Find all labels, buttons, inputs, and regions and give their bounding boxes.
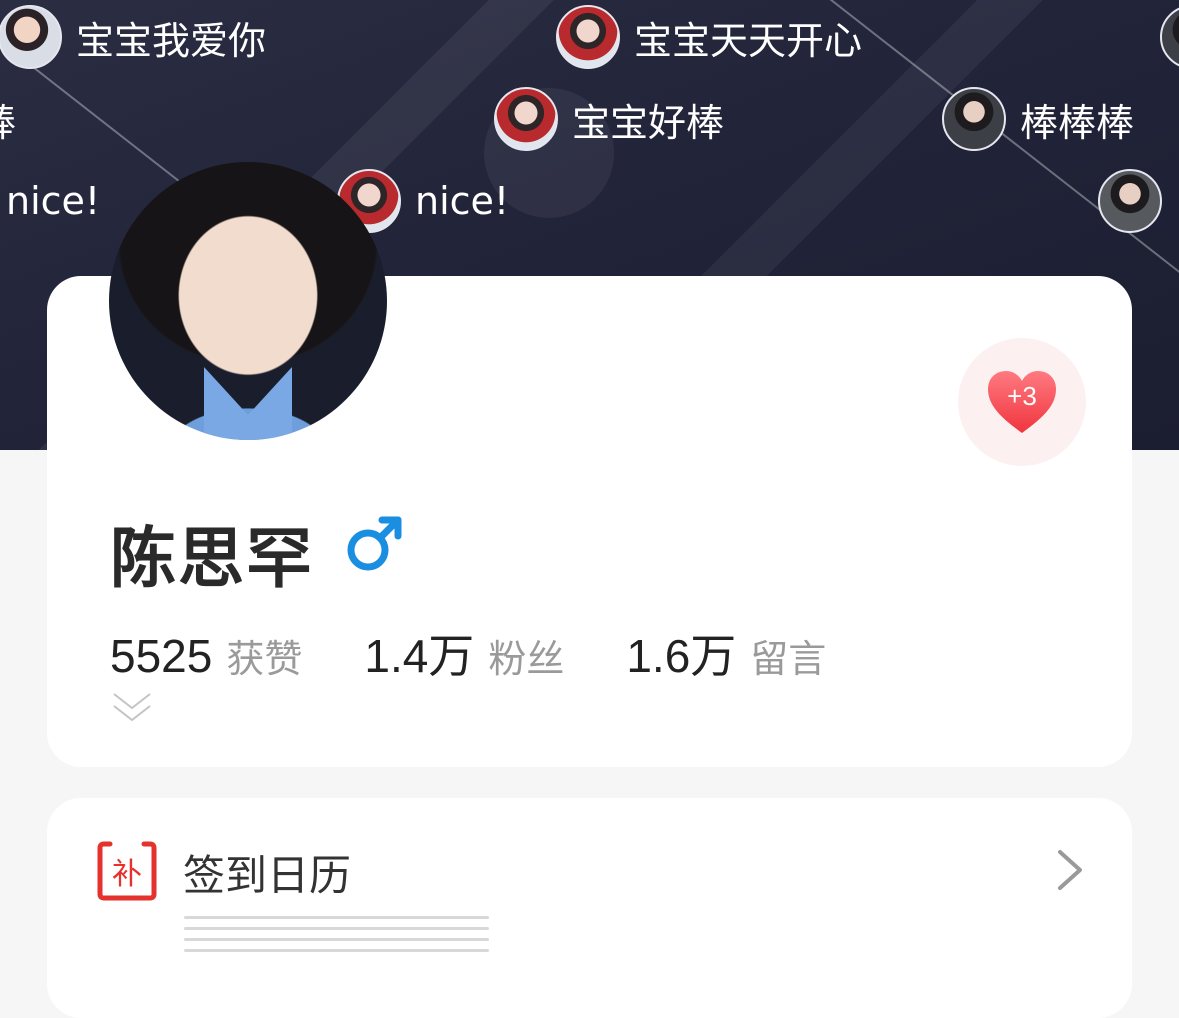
profile-stats: 5525 获赞 1.4万 粉丝 1.6万 留言	[110, 620, 888, 686]
avatar-collar	[204, 367, 292, 440]
danmu-text: 宝宝天天开心	[634, 18, 863, 63]
stat-value: 5525	[110, 630, 213, 682]
danmu-avatar	[1098, 169, 1162, 233]
stat-label: 粉丝	[488, 637, 565, 681]
danmu-avatar	[1160, 5, 1179, 69]
makeup-checkin-icon: 补	[96, 840, 158, 902]
danmu-item[interactable]: nice!	[6, 170, 100, 232]
stat-value: 1.6万	[626, 630, 737, 682]
stat-label: 留言	[750, 637, 827, 681]
expand-chevron-icon[interactable]	[112, 690, 152, 726]
danmu-text: nice!	[415, 179, 510, 223]
danmu-avatar	[0, 5, 62, 69]
stat-likes[interactable]: 5525 获赞	[110, 628, 302, 683]
male-symbol-icon	[347, 516, 402, 571]
danmu-avatar	[556, 5, 620, 69]
calendar-preview-placeholder	[184, 916, 489, 958]
stat-fans[interactable]: 1.4万 粉丝	[364, 620, 564, 686]
checkin-calendar-card[interactable]	[47, 798, 1132, 1018]
danmu-item-partial[interactable]	[1098, 169, 1176, 233]
danmu-item[interactable]: 宝宝天天开心	[556, 5, 863, 69]
like-badge[interactable]: +3	[958, 338, 1086, 466]
danmu-text: nice!	[6, 179, 101, 223]
profile-avatar[interactable]	[109, 162, 387, 440]
stat-label: 获赞	[226, 637, 303, 681]
danmu-text: 宝宝我爱你	[76, 18, 267, 63]
danmu-text: 棒棒棒	[1020, 100, 1135, 145]
heart-icon: +3	[986, 369, 1058, 435]
danmu-text: 棒	[0, 92, 16, 147]
danmu-item[interactable]: 棒	[0, 88, 16, 150]
danmu-item[interactable]: 棒棒棒	[942, 87, 1135, 151]
makeup-checkin-icon-text: 补	[112, 857, 142, 892]
profile-name: 陈思罕	[110, 520, 314, 597]
danmu-item[interactable]: 宝宝好棒	[494, 87, 725, 151]
danmu-avatar	[494, 87, 558, 151]
stat-messages[interactable]: 1.6万 留言	[626, 620, 826, 686]
stat-value: 1.4万	[364, 630, 475, 682]
danmu-item-partial[interactable]	[1160, 5, 1179, 69]
danmu-text: 宝宝好棒	[572, 100, 725, 145]
like-count: +3	[1007, 381, 1037, 411]
checkin-calendar-title: 签到日历	[183, 851, 352, 900]
chevron-right-icon[interactable]	[1054, 848, 1086, 892]
danmu-item[interactable]: 宝宝我爱你	[0, 5, 267, 69]
danmu-avatar	[942, 87, 1006, 151]
